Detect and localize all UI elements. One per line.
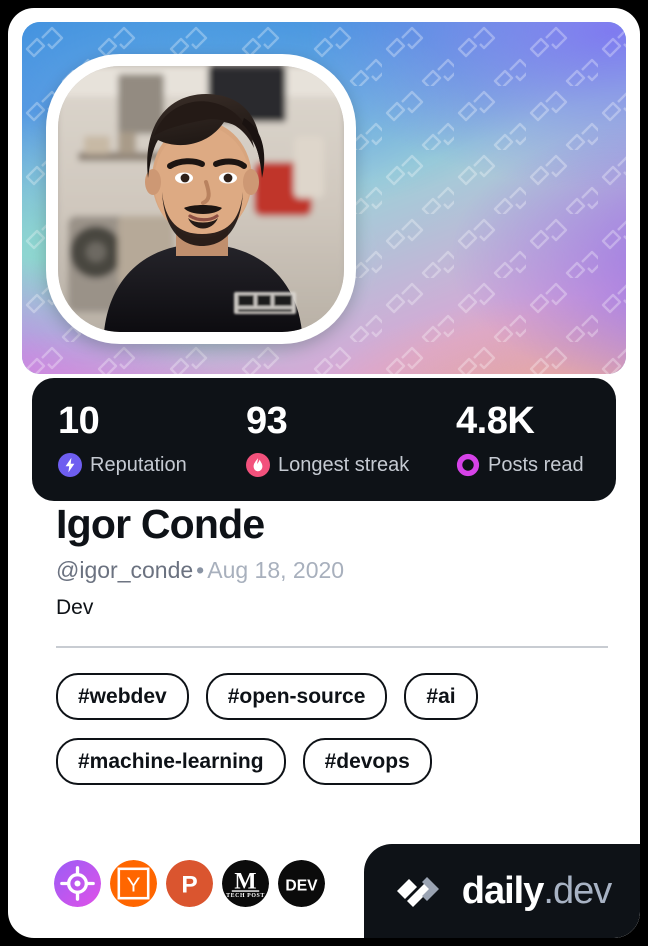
tag-item[interactable]: #devops — [302, 737, 432, 785]
profile-bio: Dev — [56, 595, 94, 619]
stat-value: 4.8K — [456, 400, 535, 442]
tag-item[interactable]: #machine-learning — [56, 737, 286, 785]
tag-item[interactable]: #ai — [404, 672, 478, 720]
hacker-news-badge[interactable]: Y — [110, 860, 157, 907]
posts-read-ring-icon — [456, 453, 480, 477]
tech-post-badge[interactable]: M TECH POST — [222, 860, 269, 907]
daily-dev-logo-icon — [396, 877, 439, 907]
svg-text:TECH POST: TECH POST — [226, 893, 265, 899]
tag-item[interactable]: #webdev — [56, 672, 189, 720]
product-hunt-badge[interactable]: P — [166, 860, 213, 907]
avatar — [58, 66, 344, 332]
svg-text:Y: Y — [127, 873, 141, 896]
svg-text:P: P — [181, 871, 197, 898]
dev-to-badge[interactable]: DEV — [278, 860, 325, 907]
streak-flame-icon — [246, 453, 270, 477]
section-divider — [56, 645, 608, 648]
profile-meta: @igor_conde • Aug 18, 2020 — [56, 557, 640, 585]
stat-label: Longest streak — [278, 454, 410, 476]
reputation-bolt-icon — [58, 453, 82, 477]
target-badge[interactable] — [54, 860, 101, 907]
card-footer: Y P M TECH POST DEV daily.dev — [8, 838, 640, 938]
stat-value: 93 — [246, 400, 288, 442]
devcard: 10 Reputation 93 Longest streak 4.8K Pos… — [8, 8, 640, 938]
profile-joined-date: Aug 18, 2020 — [207, 557, 345, 584]
stats-bar: 10 Reputation 93 Longest streak 4.8K Pos… — [32, 378, 616, 501]
stat-label: Posts read — [488, 454, 584, 476]
profile-handle: @igor_conde — [56, 557, 194, 584]
brand-tld: .dev — [543, 870, 612, 912]
profile-name: Igor Conde — [56, 501, 265, 547]
brand-name: daily — [461, 870, 545, 912]
avatar-frame — [46, 54, 356, 344]
stat-posts-read: 4.8K Posts read — [456, 402, 584, 477]
svg-text:DEV: DEV — [285, 877, 318, 894]
stat-value: 10 — [58, 400, 100, 442]
tag-item[interactable]: #open-source — [205, 672, 388, 720]
tag-list: #webdev #open-source #ai #machine-learni… — [56, 672, 608, 785]
stat-label: Reputation — [90, 454, 187, 476]
meta-separator: • — [196, 557, 205, 584]
stat-longest-streak: 93 Longest streak — [246, 402, 456, 477]
daily-dev-brand: daily.dev — [364, 844, 640, 938]
stat-reputation: 10 Reputation — [58, 402, 246, 477]
profile-details: Igor Conde @igor_conde • Aug 18, 2020 Dev … — [8, 501, 640, 785]
badge-list: Y P M TECH POST DEV — [54, 860, 325, 907]
brand-wordmark: daily.dev — [461, 870, 612, 912]
